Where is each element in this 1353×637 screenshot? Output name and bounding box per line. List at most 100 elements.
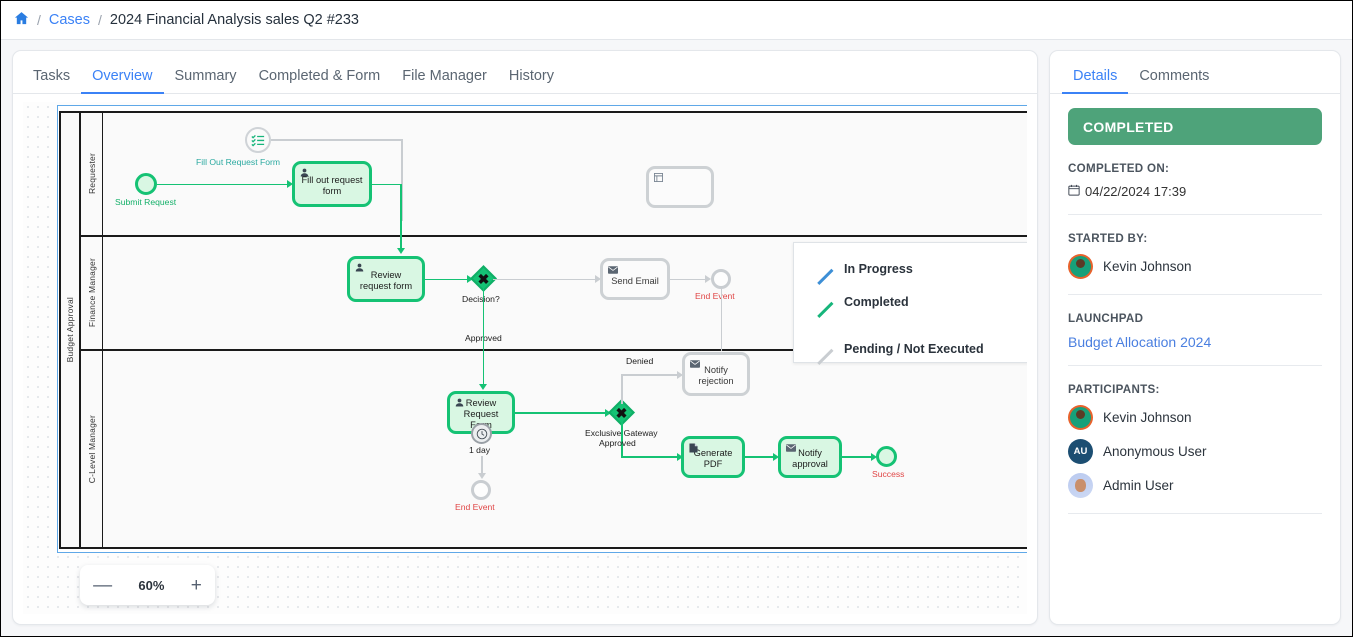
task-review-request-form[interactable]: Review request form (347, 256, 425, 302)
flow-denied-right (621, 374, 679, 376)
gateway-x-icon: ✖ (477, 270, 490, 287)
task-label-fill-out-request-form: Fill out request form (301, 175, 363, 196)
tab-completed-form[interactable]: Completed & Form (248, 64, 392, 94)
legend-item-completed: Completed (806, 285, 1016, 318)
overview-panel: Tasks Overview Summary Completed & Form … (12, 50, 1038, 625)
label-timer-1-day: 1 day (469, 445, 491, 455)
launchpad-link[interactable]: Budget Allocation 2024 (1068, 334, 1322, 350)
fill-out-request-form-icon[interactable] (245, 127, 271, 153)
side-tabs: Details Comments (1050, 51, 1340, 94)
flow-into-review-clevel (482, 351, 485, 387)
breadcrumb: / Cases / 2024 Financial Analysis sales … (1, 1, 1352, 40)
zoom-control: — 60% + (80, 565, 215, 605)
user-task-icon (299, 167, 310, 178)
flow-review-to-decision (425, 278, 469, 281)
app-window: / Cases / 2024 Financial Analysis sales … (0, 0, 1353, 637)
flow-approved-right (621, 456, 679, 458)
lane-title-finance-manager: Finance Manager (81, 237, 103, 349)
breadcrumb-separator-2: / (98, 12, 102, 28)
flow-pdf-to-notify (745, 456, 775, 458)
divider-3 (1068, 365, 1322, 366)
lane-title-clevel-manager: C-Level Manager (81, 351, 103, 547)
pool-title-label: Budget Approval (65, 297, 75, 363)
tab-summary[interactable]: Summary (164, 64, 248, 94)
document-icon (688, 442, 699, 453)
calendar-icon (1068, 184, 1080, 199)
lane-label-finance-manager: Finance Manager (86, 258, 97, 328)
flow-denied-up (621, 374, 623, 404)
label-end-event-top: End Event (695, 291, 735, 301)
legend-item-in-progress: In Progress (806, 252, 1016, 285)
status-badge: COMPLETED (1068, 108, 1322, 145)
label-submit-request: Submit Request (115, 197, 177, 207)
participant-item: AU Anonymous User (1068, 439, 1322, 464)
task-send-email[interactable]: Send Email (600, 258, 670, 300)
start-event-submit-request[interactable] (135, 173, 157, 195)
label-fill-out-request-form: Fill Out Request Form (196, 157, 281, 167)
tab-comments[interactable]: Comments (1128, 64, 1220, 94)
home-icon[interactable] (14, 11, 29, 30)
label-success: Success (872, 469, 905, 479)
flow-decision-down (482, 288, 485, 351)
flow-end-down (720, 289, 723, 351)
legend-label-pending: Pending / Not Executed (844, 341, 984, 356)
end-event-success[interactable] (876, 446, 897, 467)
mail-icon (785, 442, 796, 453)
bpmn-canvas[interactable]: Budget Approval Requester Fill Out Reque… (23, 102, 1027, 614)
breadcrumb-link-cases[interactable]: Cases (49, 12, 90, 28)
launchpad-label: LAUNCHPAD (1068, 312, 1144, 325)
tab-overview[interactable]: Overview (81, 64, 164, 94)
started-by-name: Kevin Johnson (1103, 259, 1192, 274)
lane-label-clevel-manager: C-Level Manager (86, 414, 97, 484)
task-fill-out-request-form[interactable]: Fill out request form (292, 161, 372, 207)
tab-details[interactable]: Details (1062, 64, 1129, 94)
completed-on-value: 04/22/2024 17:39 (1085, 184, 1187, 199)
tab-tasks[interactable]: Tasks (22, 64, 81, 94)
task-notify-rejection[interactable]: Notify rejection (682, 352, 750, 396)
zoom-out-button[interactable]: — (93, 576, 112, 595)
end-event-top[interactable] (711, 269, 731, 289)
legend-label-completed: Completed (844, 294, 909, 309)
participant-item: Admin User (1068, 473, 1322, 498)
avatar (1068, 473, 1093, 498)
flow-arrow-to-review-request (397, 248, 405, 254)
label-approved: Approved (599, 438, 636, 448)
flow-fillout-right (372, 183, 401, 186)
label-decision: Decision? (462, 294, 500, 304)
user-task-icon (454, 397, 465, 408)
zoom-level-value: 60% (138, 577, 165, 593)
label-denied: Denied (626, 356, 654, 366)
details-content: COMPLETED COMPLETED ON: 04/22/2024 17:39… (1050, 94, 1340, 514)
participant-name: Admin User (1103, 478, 1174, 493)
flow-arrow-timer-down (477, 473, 486, 479)
task-empty-business-rule[interactable] (646, 166, 714, 208)
avatar (1068, 405, 1093, 430)
task-notify-approval[interactable]: Notify approval (778, 436, 842, 478)
breadcrumb-current: 2024 Financial Analysis sales Q2 #233 (109, 12, 359, 28)
divider-4 (1068, 513, 1322, 514)
user-task-icon (354, 262, 365, 273)
page-body: Tasks Overview Summary Completed & Form … (1, 40, 1352, 636)
completed-on-label: COMPLETED ON: (1068, 162, 1170, 175)
tab-file-manager[interactable]: File Manager (391, 64, 498, 94)
end-event-timer[interactable] (471, 480, 491, 500)
task-generate-pdf[interactable]: Generate PDF (681, 436, 745, 478)
timer-boundary-event[interactable] (471, 423, 492, 444)
zoom-in-button[interactable]: + (191, 576, 202, 595)
mail-icon (689, 358, 700, 369)
task-label-send-email: Send Email (611, 275, 659, 286)
business-rule-icon (653, 172, 664, 183)
tab-history[interactable]: History (498, 64, 565, 94)
divider-1 (1068, 214, 1322, 215)
lane-clevel-manager: C-Level Manager Review Request Form (81, 351, 1027, 547)
avatar: AU (1068, 439, 1093, 464)
mail-icon (607, 264, 618, 275)
flow-start-to-fillout (157, 183, 289, 186)
breadcrumb-separator-1: / (37, 12, 41, 28)
avatar (1068, 254, 1093, 279)
lane-title-requester: Requester (81, 113, 103, 235)
participant-name: Anonymous User (1103, 444, 1207, 459)
task-label-review-request-form: Review request form (359, 270, 413, 291)
legend-label-in-progress: In Progress (844, 261, 913, 276)
participant-item: Kevin Johnson (1068, 405, 1322, 430)
